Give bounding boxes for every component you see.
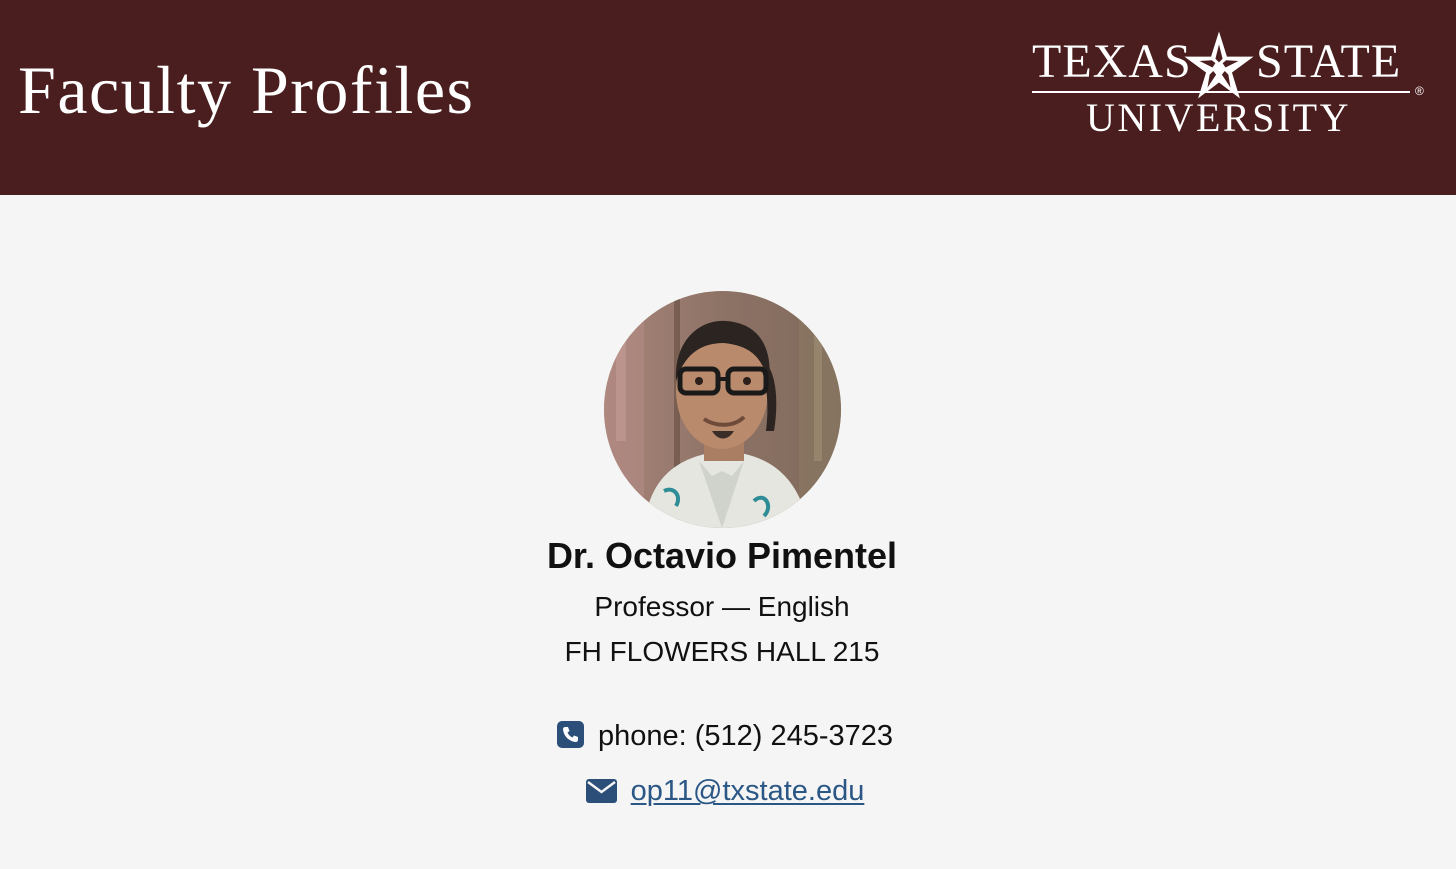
portrait-illustration <box>604 291 841 528</box>
faculty-profile-card: Dr. Octavio Pimentel Professor — English… <box>0 195 1456 869</box>
phone-row: phone: (512) 245-3723 <box>0 718 1450 754</box>
texas-state-university-logo[interactable]: TEXAS STATE ® UNIVERSITY <box>1028 28 1434 144</box>
site-title[interactable]: Faculty Profiles <box>18 50 475 130</box>
faculty-name: Dr. Octavio Pimentel <box>546 535 898 576</box>
logo-top-line: TEXAS STATE <box>1028 28 1418 99</box>
logo-word-university: UNIVERSITY <box>1086 95 1351 140</box>
phone-icon <box>556 721 584 748</box>
email-link[interactable]: op11@txstate.edu <box>631 775 865 807</box>
email-row: op11@txstate.edu <box>0 773 1450 809</box>
envelope-icon <box>585 779 617 803</box>
faculty-photo <box>604 291 841 528</box>
faculty-title: Professor — English <box>594 591 850 622</box>
site-header: Faculty Profiles TEXAS STATE ® UNIVERSIT… <box>0 0 1456 195</box>
phone-label[interactable]: phone: (512) 245-3723 <box>598 720 893 752</box>
registered-mark: ® <box>1415 84 1424 98</box>
faculty-office: FH FLOWERS HALL 215 <box>564 636 880 667</box>
logo-divider <box>1032 91 1410 93</box>
logo-word-state: STATE <box>1256 35 1402 88</box>
logo-word-texas: TEXAS <box>1032 35 1192 88</box>
